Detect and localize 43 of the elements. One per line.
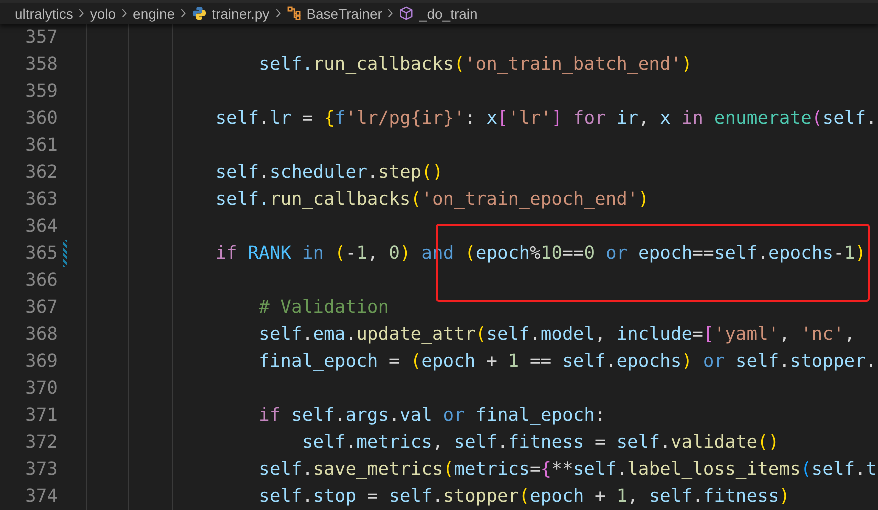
class-icon [286,6,302,21]
line-number: 371 [24,405,58,426]
line-number: 366 [24,270,58,291]
code-line: self.metrics, self.fitness = self.validate() [302,432,780,453]
chevron-right-icon [78,8,86,19]
code-line: self.lr = {f'lr/pg{ir}': x['lr'] for ir, x in enumerate(self. [216,108,877,129]
chevron-right-icon [274,8,282,19]
line-number: 368 [24,324,58,345]
breadcrumb-item[interactable]: BaseTrainer [306,6,382,22]
line-number: 369 [24,351,58,372]
line-number: 361 [24,135,58,156]
line-number: 370 [24,378,58,399]
breadcrumb-item[interactable]: trainer.py [212,6,270,22]
chevron-right-icon [121,8,128,19]
line-number: 372 [24,432,58,453]
code-line: if self.args.val or final_epoch: [259,405,606,426]
line-number: 374 [24,486,58,507]
chevron-right-icon [180,8,188,19]
line-number: 362 [24,162,58,183]
code-line: self.scheduler.step() [216,162,444,183]
line-number: 373 [24,459,58,480]
code-line: self.ema.update_attr(self.model, include=['yaml', 'nc', [259,324,856,345]
code-line: # Validation [259,297,390,318]
code-line: final_epoch = (epoch + 1 == self.epochs) or self.stopper. [259,351,877,372]
line-number: 364 [24,216,58,237]
line-number: 363 [24,189,58,210]
cube-icon [399,6,414,21]
chevron-right-icon [387,8,394,19]
code-line: self.run_callbacks('on_train_epoch_end') [216,189,650,210]
breadcrumb-item[interactable]: yolo [90,6,116,22]
breadcrumb-item[interactable]: engine [133,6,176,22]
code-line: self.stop = self.stopper(epoch + 1, self.fitness) [259,486,790,507]
python-icon [192,6,208,21]
code-line: self.run_callbacks('on_train_batch_end') [259,54,693,75]
line-number: 367 [24,297,58,318]
line-number: 359 [24,81,58,102]
line-number: 360 [24,108,58,129]
line-number: 357 [24,27,58,48]
line-number: 365 [24,243,58,264]
breadcrumb-item[interactable]: ultralytics [15,6,74,22]
code-line: self.save_metrics(metrics={**self.label_loss_items(self.t [259,459,877,480]
line-number: 358 [24,54,58,75]
breadcrumb-item[interactable]: _do_train [419,6,478,22]
